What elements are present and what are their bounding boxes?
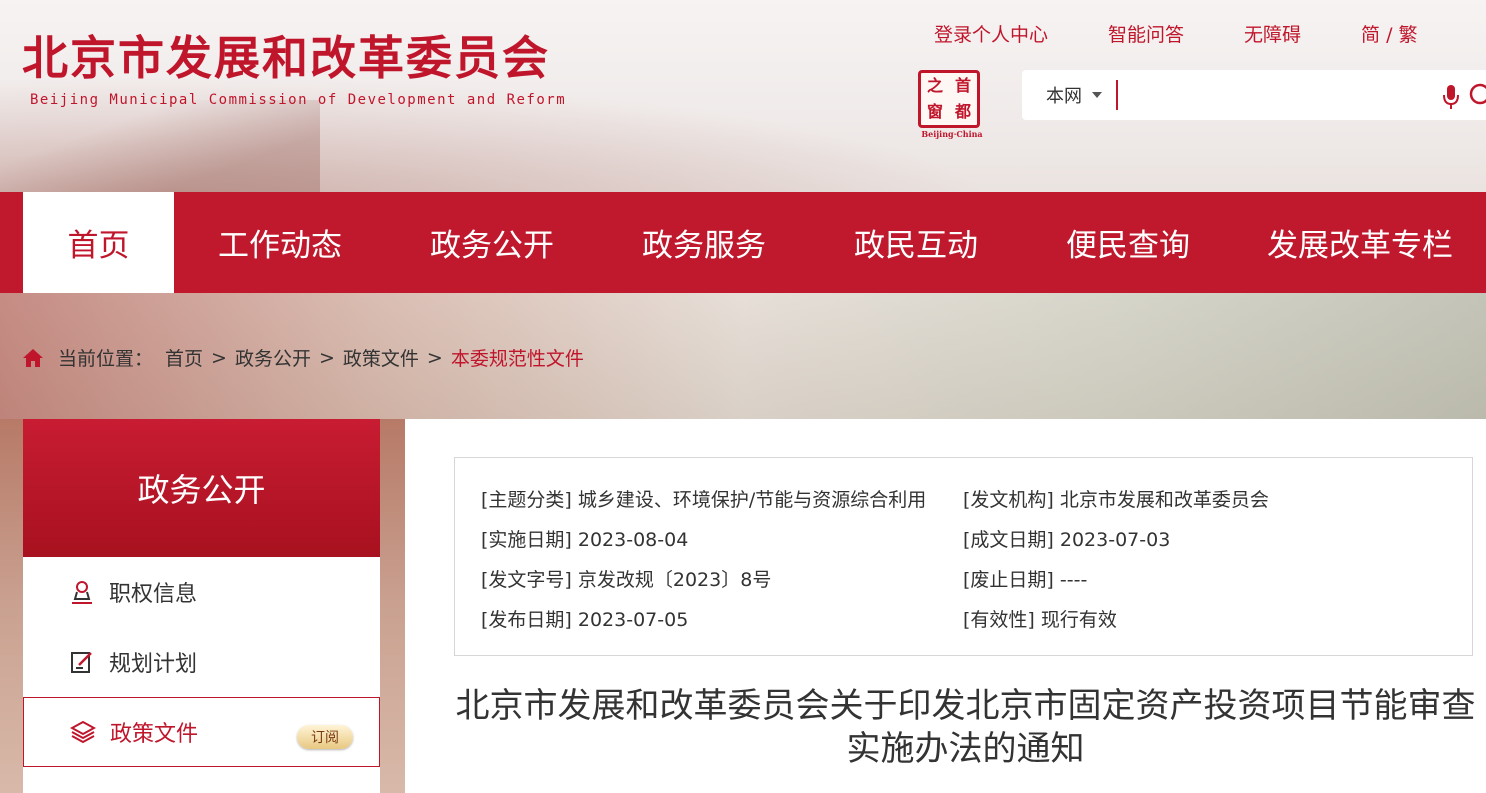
meta-written-label: [成文日期]: [963, 529, 1054, 551]
nav-gov-affairs-open[interactable]: 政务公开: [386, 192, 598, 293]
meta-published-date: [发布日期] 2023-07-05: [481, 605, 688, 632]
search-scope-select[interactable]: 本网: [1046, 82, 1102, 108]
layers-icon: [70, 720, 96, 744]
seal-char: 首: [954, 76, 971, 95]
site-subtitle: Beijing Municipal Commission of Developm…: [30, 92, 567, 108]
meta-effective-value: 2023-08-04: [577, 529, 689, 551]
capital-window-logo[interactable]: 之 首 窗 都 Beijing·China: [918, 70, 986, 140]
subscribe-button[interactable]: 订阅: [297, 725, 353, 749]
search-input[interactable]: [1116, 80, 1406, 110]
meta-topic-value: 城乡建设、环境保护/节能与资源综合利用: [577, 489, 927, 511]
main-nav: 首页 工作动态 政务公开 政务服务 政民互动 便民查询 发展改革专栏: [0, 192, 1486, 293]
seal-char: 窗: [926, 102, 943, 121]
sidebar-item-authority-info[interactable]: 职权信息: [23, 557, 380, 627]
meta-expire-date: [废止日期] ----: [963, 565, 1087, 592]
seal-caption: Beijing·China: [921, 129, 983, 139]
sidebar-item-plans[interactable]: 规划计划: [23, 627, 380, 697]
meta-doc-number: [发文字号] 京发改规〔2023〕8号: [481, 565, 771, 592]
search-icon[interactable]: [1468, 82, 1486, 108]
breadcrumb-home[interactable]: 首页: [165, 344, 203, 371]
nav-home[interactable]: 首页: [23, 192, 174, 293]
meta-docno-value: 京发改规〔2023〕8号: [577, 569, 772, 591]
site-title[interactable]: 北京市发展和改革委员会: [22, 22, 550, 88]
language-toggle-link[interactable]: 简 / 繁: [1361, 20, 1417, 47]
meta-effective-date: [实施日期] 2023-08-04: [481, 525, 688, 552]
search-scope-label: 本网: [1046, 86, 1082, 107]
meta-issuer: [发文机构] 北京市发展和改革委员会: [963, 485, 1269, 512]
meta-written-value: 2023-07-03: [1059, 529, 1171, 551]
meta-validity-label: [有效性]: [963, 609, 1035, 631]
microphone-icon[interactable]: [1442, 84, 1460, 110]
meta-published-label: [发布日期]: [481, 609, 572, 631]
sidebar-item-label: 政策文件: [110, 722, 199, 747]
meta-topic: [主题分类] 城乡建设、环境保护/节能与资源综合利用: [481, 485, 926, 512]
content-area: [主题分类] 城乡建设、环境保护/节能与资源综合利用 [发文机构] 北京市发展和…: [405, 419, 1486, 793]
sidebar-item-policy-docs[interactable]: 政策文件 订阅: [23, 697, 380, 767]
document-meta: [主题分类] 城乡建设、环境保护/节能与资源综合利用 [发文机构] 北京市发展和…: [454, 457, 1473, 656]
nav-interaction[interactable]: 政民互动: [810, 192, 1022, 293]
breadcrumb-gov-open[interactable]: 政务公开: [235, 344, 311, 371]
sidebar-item-label: 职权信息: [109, 582, 198, 607]
meta-validity: [有效性] 现行有效: [963, 605, 1117, 632]
edit-doc-icon: [71, 652, 92, 673]
accessibility-link[interactable]: 无障碍: [1244, 20, 1301, 47]
nav-public-query[interactable]: 便民查询: [1022, 192, 1234, 293]
site-header: 北京市发展和改革委员会 Beijing Municipal Commission…: [0, 0, 1486, 192]
meta-effective-label: [实施日期]: [481, 529, 572, 551]
nav-gov-services[interactable]: 政务服务: [598, 192, 810, 293]
nav-reform-column[interactable]: 发展改革专栏: [1234, 192, 1486, 293]
login-link[interactable]: 登录个人中心: [934, 20, 1048, 47]
meta-validity-value: 现行有效: [1040, 609, 1117, 631]
search-bar: 本网: [1022, 70, 1486, 120]
meta-issuer-label: [发文机构]: [963, 489, 1054, 511]
breadcrumb-label: 当前位置：: [58, 348, 154, 370]
breadcrumb: 当前位置： 首页 > 政务公开 > 政策文件 > 本委规范性文件: [22, 344, 584, 371]
meta-issuer-value: 北京市发展和改革委员会: [1059, 489, 1269, 511]
meta-docno-label: [发文字号]: [481, 569, 572, 591]
meta-expire-label: [废止日期]: [963, 569, 1054, 591]
top-links: 登录个人中心 智能问答 无障碍 简 / 繁: [934, 20, 1418, 47]
roof-decoration: [0, 100, 320, 192]
person-stamp-icon: [72, 581, 92, 604]
breadcrumb-policy-docs[interactable]: 政策文件: [343, 344, 419, 371]
smart-qa-link[interactable]: 智能问答: [1108, 20, 1184, 47]
document-title: 北京市发展和改革委员会关于印发北京市固定资产投资项目节能审查实施办法的通知: [455, 686, 1476, 769]
seal-char: 都: [954, 102, 971, 121]
breadcrumb-current[interactable]: 本委规范性文件: [451, 344, 584, 371]
sidebar: 政务公开 职权信息 规划计划 政策文件 订阅: [23, 419, 380, 793]
seal-char: 之: [926, 76, 943, 95]
meta-written-date: [成文日期] 2023-07-03: [963, 525, 1170, 552]
breadcrumb-separator: >: [211, 346, 227, 369]
meta-topic-label: [主题分类]: [481, 489, 572, 511]
meta-published-value: 2023-07-05: [577, 609, 689, 631]
sidebar-item-label: 规划计划: [109, 652, 198, 677]
meta-expire-value: ----: [1059, 569, 1088, 591]
sidebar-heading: 政务公开: [23, 419, 380, 557]
chevron-down-icon: [1092, 92, 1102, 98]
breadcrumb-separator: >: [318, 346, 335, 369]
home-icon[interactable]: [22, 347, 44, 369]
breadcrumb-separator: >: [426, 346, 443, 369]
nav-work-news[interactable]: 工作动态: [174, 192, 386, 293]
